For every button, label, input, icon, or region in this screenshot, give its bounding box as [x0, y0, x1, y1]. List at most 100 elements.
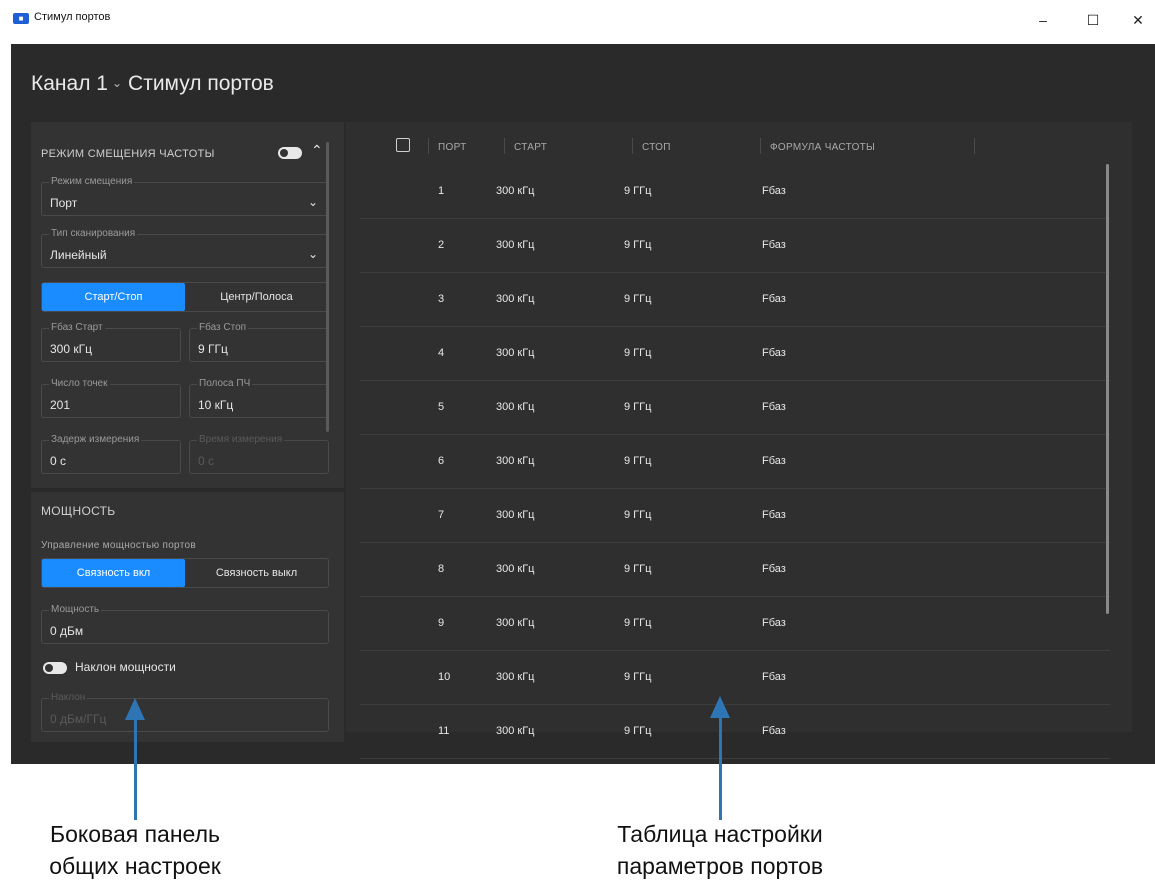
stop-cell[interactable]: 9 ГГц	[624, 671, 651, 683]
formula-cell[interactable]: Fбаз	[762, 725, 786, 737]
settings-sidebar: РЕЖИМ СМЕЩЕНИЯ ЧАСТОТЫ ⌃ Режим смещения …	[31, 122, 344, 742]
column-header-port[interactable]: ПОРТ	[438, 142, 467, 153]
channel-selector[interactable]: Канал 1	[31, 72, 108, 95]
power-slope-toggle[interactable]	[43, 662, 67, 674]
chevron-up-icon[interactable]: ⌃	[311, 142, 323, 159]
minimize-button[interactable]: –	[1028, 12, 1058, 28]
column-header-stop[interactable]: СТОП	[642, 142, 671, 153]
table-row[interactable]: 7 300 кГц 9 ГГц Fбаз	[360, 488, 1110, 543]
table-row[interactable]: 6 300 кГц 9 ГГц Fбаз	[360, 434, 1110, 489]
start-stop-button[interactable]: Старт/Стоп	[42, 283, 185, 311]
stop-cell[interactable]: 9 ГГц	[624, 239, 651, 251]
formula-cell[interactable]: Fбаз	[762, 617, 786, 629]
stop-cell[interactable]: 9 ГГц	[624, 455, 651, 467]
coupling-off-button[interactable]: Связность выкл	[185, 559, 328, 587]
stop-cell[interactable]: 9 ГГц	[624, 725, 651, 737]
select-all-checkbox[interactable]	[396, 138, 410, 152]
stop-cell[interactable]: 9 ГГц	[624, 617, 651, 629]
port-cell: 3	[438, 293, 445, 305]
points-value: 201	[50, 398, 71, 412]
column-header-start[interactable]: СТАРТ	[514, 142, 547, 153]
points-label: Число точек	[49, 378, 110, 389]
if-bandwidth-field[interactable]: Полоса ПЧ 10 кГц	[189, 378, 329, 418]
coupling-on-button[interactable]: Связность вкл	[42, 559, 185, 587]
meas-time-value: 0 с	[198, 454, 215, 468]
table-row[interactable]: 3 300 кГц 9 ГГц Fбаз	[360, 272, 1110, 327]
sidebar-annotation-arrow	[134, 718, 137, 820]
chevron-down-icon[interactable]: ⌄	[112, 76, 122, 90]
column-separator	[974, 138, 975, 154]
meas-delay-field[interactable]: Задерж измерения 0 с	[41, 434, 181, 474]
start-cell[interactable]: 300 кГц	[496, 617, 534, 629]
if-bandwidth-value: 10 кГц	[198, 398, 234, 412]
stop-cell[interactable]: 9 ГГц	[624, 509, 651, 521]
sweep-type-select[interactable]: Тип сканирования Линейный ⌄	[41, 228, 329, 268]
table-row[interactable]: 5 300 кГц 9 ГГц Fбаз	[360, 380, 1110, 435]
formula-cell[interactable]: Fбаз	[762, 455, 786, 467]
fbase-stop-value: 9 ГГц	[198, 342, 228, 356]
table-row[interactable]: 8 300 кГц 9 ГГц Fбаз	[360, 542, 1110, 597]
port-cell: 11	[438, 725, 450, 737]
meas-delay-value: 0 с	[50, 454, 67, 468]
sidebar-annotation: Боковая панель общих настроек	[10, 818, 260, 882]
ports-table: ПОРТ СТАРТ СТОП ФОРМУЛА ЧАСТОТЫ 1 300 кГц…	[346, 122, 1132, 759]
table-scrollbar[interactable]	[1106, 164, 1109, 614]
points-field[interactable]: Число точек 201	[41, 378, 181, 418]
range-mode-selector: Старт/Стоп Центр/Полоса	[41, 282, 329, 312]
table-annotation: Таблица настройки параметров портов	[580, 818, 860, 882]
start-cell[interactable]: 300 кГц	[496, 401, 534, 413]
formula-cell[interactable]: Fбаз	[762, 239, 786, 251]
start-cell[interactable]: 300 кГц	[496, 239, 534, 251]
start-cell[interactable]: 300 кГц	[496, 671, 534, 683]
freq-offset-toggle[interactable]	[278, 147, 302, 159]
start-cell[interactable]: 300 кГц	[496, 293, 534, 305]
formula-cell[interactable]: Fбаз	[762, 401, 786, 413]
start-cell[interactable]: 300 кГц	[496, 563, 534, 575]
power-slope-label: Наклон мощности	[75, 660, 176, 674]
table-row[interactable]: 9 300 кГц 9 ГГц Fбаз	[360, 596, 1110, 651]
center-span-button[interactable]: Центр/Полоса	[185, 283, 328, 311]
offset-mode-select[interactable]: Режим смещения Порт ⌄	[41, 176, 329, 216]
stop-cell[interactable]: 9 ГГц	[624, 293, 651, 305]
formula-cell[interactable]: Fбаз	[762, 509, 786, 521]
start-cell[interactable]: 300 кГц	[496, 509, 534, 521]
formula-cell[interactable]: Fбаз	[762, 563, 786, 575]
arrow-up-icon	[710, 696, 730, 718]
start-cell[interactable]: 300 кГц	[496, 725, 534, 737]
column-header-formula[interactable]: ФОРМУЛА ЧАСТОТЫ	[770, 142, 875, 153]
column-separator	[428, 138, 429, 154]
page-title-text: Стимул портов	[128, 72, 274, 95]
stop-cell[interactable]: 9 ГГц	[624, 347, 651, 359]
start-cell[interactable]: 300 кГц	[496, 185, 534, 197]
stop-cell[interactable]: 9 ГГц	[624, 185, 651, 197]
port-cell: 8	[438, 563, 445, 575]
start-cell[interactable]: 300 кГц	[496, 455, 534, 467]
power-field[interactable]: Мощность 0 дБм	[41, 604, 329, 644]
stop-cell[interactable]: 9 ГГц	[624, 563, 651, 575]
fbase-start-field[interactable]: Fбаз Старт 300 кГц	[41, 322, 181, 362]
stop-cell[interactable]: 9 ГГц	[624, 401, 651, 413]
table-row[interactable]: 11 300 кГц 9 ГГц Fбаз	[360, 704, 1110, 759]
port-cell: 4	[438, 347, 445, 359]
table-row[interactable]: 1 300 кГц 9 ГГц Fбаз	[360, 164, 1110, 219]
freq-offset-section-title: РЕЖИМ СМЕЩЕНИЯ ЧАСТОТЫ	[41, 148, 215, 160]
close-button[interactable]: ✕	[1123, 12, 1153, 28]
sidebar-scrollbar[interactable]	[326, 142, 329, 432]
formula-cell[interactable]: Fбаз	[762, 185, 786, 197]
formula-cell[interactable]: Fбаз	[762, 293, 786, 305]
formula-cell[interactable]: Fбаз	[762, 671, 786, 683]
formula-cell[interactable]: Fбаз	[762, 347, 786, 359]
app-icon: ■	[13, 13, 29, 24]
power-label: Мощность	[49, 604, 102, 615]
table-row[interactable]: 2 300 кГц 9 ГГц Fбаз	[360, 218, 1110, 273]
power-control-label: Управление мощностью портов	[41, 540, 196, 551]
slope-field: Наклон 0 дБм/ГГц	[41, 692, 329, 732]
fbase-stop-field[interactable]: Fбаз Стоп 9 ГГц	[189, 322, 329, 362]
sweep-type-value: Линейный	[50, 248, 107, 262]
maximize-button[interactable]: ☐	[1078, 12, 1108, 28]
meas-time-label: Время измерения	[197, 434, 285, 445]
table-row[interactable]: 10 300 кГц 9 ГГц Fбаз	[360, 650, 1110, 705]
start-cell[interactable]: 300 кГц	[496, 347, 534, 359]
table-row[interactable]: 4 300 кГц 9 ГГц Fбаз	[360, 326, 1110, 381]
table-annotation-line1: Таблица настройки	[617, 821, 823, 847]
